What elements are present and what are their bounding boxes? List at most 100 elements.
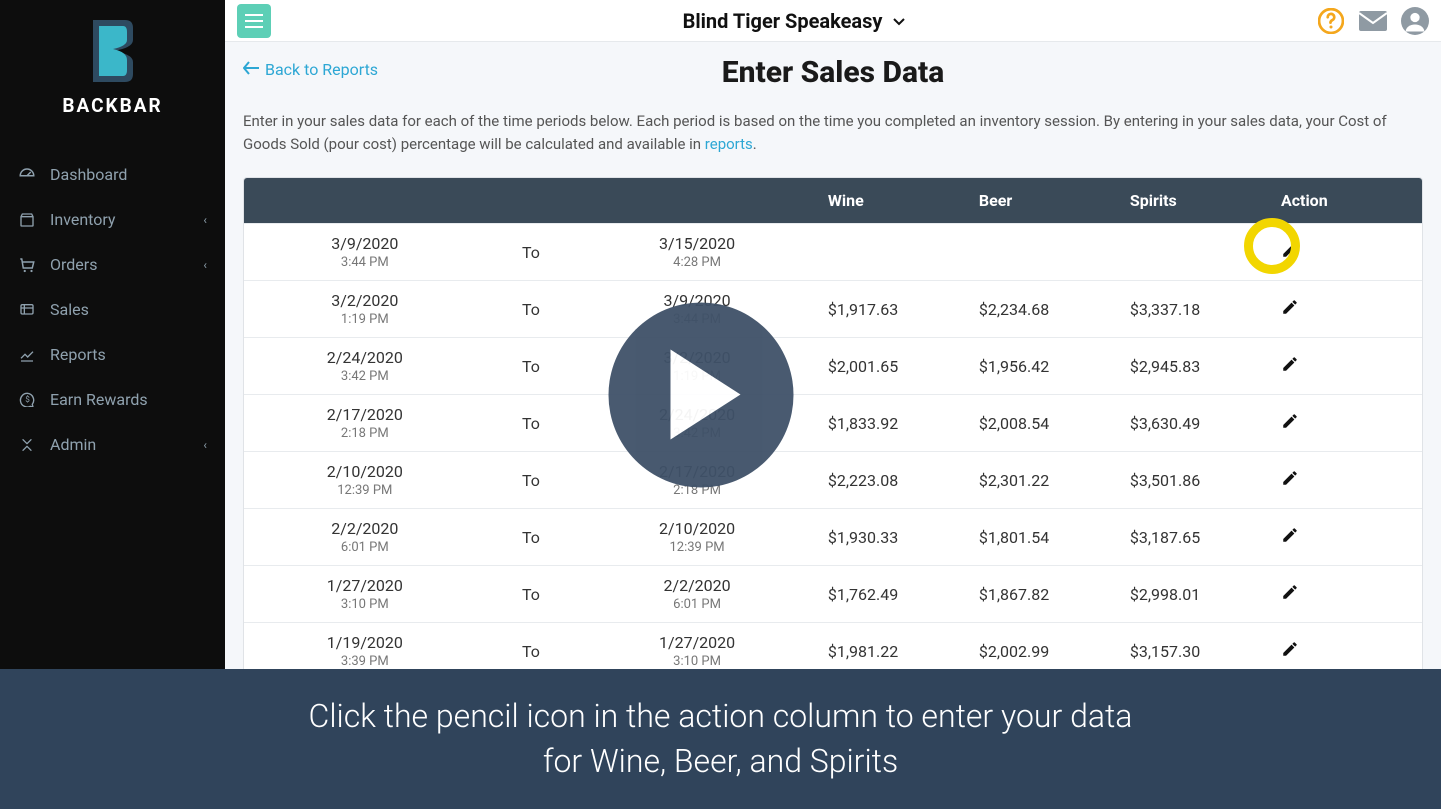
table-row: 2/2/20206:01 PMTo2/10/202012:39 PM$1,930… bbox=[244, 509, 1422, 566]
period-start: 2/2/20206:01 PM bbox=[244, 509, 486, 566]
sales-table: Wine Beer Spirits Action 3/9/20203:44 PM… bbox=[244, 178, 1422, 679]
venue-selector[interactable]: Blind Tiger Speakeasy bbox=[271, 9, 1317, 33]
sidebar-item-admin[interactable]: Admin ‹ bbox=[0, 422, 225, 467]
beer-value: $1,801.54 bbox=[969, 509, 1120, 566]
sidebar-item-earn-rewards[interactable]: $ Earn Rewards bbox=[0, 377, 225, 422]
period-start: 2/17/20202:18 PM bbox=[244, 395, 486, 452]
spirits-value: $3,501.86 bbox=[1120, 452, 1271, 509]
pencil-icon[interactable] bbox=[1281, 640, 1299, 658]
sidebar-item-label: Admin bbox=[50, 435, 96, 454]
nav-icon bbox=[18, 211, 36, 229]
beer-value: $1,956.42 bbox=[969, 338, 1120, 395]
sidebar-item-dashboard[interactable]: Dashboard bbox=[0, 152, 225, 197]
period-start: 1/27/20203:10 PM bbox=[244, 566, 486, 623]
sidebar-item-label: Sales bbox=[50, 300, 89, 319]
intro-prefix: Enter in your sales data for each of the… bbox=[243, 112, 1387, 153]
reports-link[interactable]: reports bbox=[705, 135, 753, 153]
to-label: To bbox=[486, 452, 577, 509]
wine-value: $1,762.49 bbox=[818, 566, 969, 623]
sidebar-nav: DashboardInventory‹Orders‹SalesReports$E… bbox=[0, 142, 225, 467]
sidebar-item-orders[interactable]: Orders ‹ bbox=[0, 242, 225, 287]
col-spirits: Spirits bbox=[1120, 178, 1271, 224]
beer-value: $1,867.82 bbox=[969, 566, 1120, 623]
pencil-icon[interactable] bbox=[1281, 583, 1299, 601]
spirits-value: $3,337.18 bbox=[1120, 281, 1271, 338]
to-label: To bbox=[486, 338, 577, 395]
to-label: To bbox=[486, 395, 577, 452]
wine-value: $1,917.63 bbox=[818, 281, 969, 338]
chevron-left-icon: ‹ bbox=[203, 438, 207, 452]
brand-logo-icon bbox=[85, 20, 141, 82]
caption-line1: Click the pencil icon in the action colu… bbox=[309, 694, 1133, 739]
topbar: Blind Tiger Speakeasy bbox=[225, 0, 1441, 42]
table-row: 1/27/20203:10 PMTo2/2/20206:01 PM$1,762.… bbox=[244, 566, 1422, 623]
wine-value: $1,930.33 bbox=[818, 509, 969, 566]
nav-icon bbox=[18, 256, 36, 274]
table-row: 2/10/202012:39 PMTo2/17/20202:18 PM$2,22… bbox=[244, 452, 1422, 509]
period-end: 2/10/202012:39 PM bbox=[576, 509, 818, 566]
period-start: 2/24/20203:42 PM bbox=[244, 338, 486, 395]
pencil-icon[interactable] bbox=[1281, 355, 1299, 373]
play-button[interactable] bbox=[608, 302, 793, 487]
back-to-reports-link[interactable]: Back to Reports bbox=[243, 60, 378, 79]
beer-value bbox=[969, 224, 1120, 281]
pencil-icon[interactable] bbox=[1281, 469, 1299, 487]
pencil-icon[interactable] bbox=[1281, 526, 1299, 544]
arrow-left-icon bbox=[243, 60, 259, 79]
sidebar-item-label: Reports bbox=[50, 345, 106, 364]
to-label: To bbox=[486, 281, 577, 338]
sidebar-item-label: Earn Rewards bbox=[50, 390, 148, 409]
nav-icon bbox=[18, 166, 36, 184]
caption-line2: for Wine, Beer, and Spirits bbox=[543, 739, 898, 784]
col-beer: Beer bbox=[969, 178, 1120, 224]
table-row: 3/2/20201:19 PMTo3/9/20203:44 PM$1,917.6… bbox=[244, 281, 1422, 338]
sidebar-item-label: Orders bbox=[50, 255, 97, 274]
intro-text: Enter in your sales data for each of the… bbox=[243, 110, 1423, 155]
venue-name: Blind Tiger Speakeasy bbox=[683, 9, 883, 33]
svg-text:$: $ bbox=[25, 394, 30, 404]
nav-icon bbox=[18, 301, 36, 319]
brand-logo-area: BACKBAR bbox=[0, 0, 225, 142]
wine-value: $1,833.92 bbox=[818, 395, 969, 452]
nav-icon: $ bbox=[18, 391, 36, 409]
wine-value: $2,001.65 bbox=[818, 338, 969, 395]
nav-icon bbox=[18, 436, 36, 454]
sales-table-wrap: Wine Beer Spirits Action 3/9/20203:44 PM… bbox=[243, 177, 1423, 680]
brand-name: BACKBAR bbox=[0, 94, 225, 117]
hamburger-button[interactable] bbox=[237, 4, 271, 38]
sidebar-item-inventory[interactable]: Inventory‹ bbox=[0, 197, 225, 242]
beer-value: $2,234.68 bbox=[969, 281, 1120, 338]
sidebar-item-label: Inventory bbox=[50, 210, 116, 229]
col-action: Action bbox=[1271, 178, 1422, 224]
pencil-icon[interactable] bbox=[1281, 298, 1299, 316]
sidebar-item-reports[interactable]: Reports bbox=[0, 332, 225, 377]
user-icon[interactable] bbox=[1401, 7, 1429, 35]
beer-value: $2,008.54 bbox=[969, 395, 1120, 452]
to-label: To bbox=[486, 224, 577, 281]
back-link-label: Back to Reports bbox=[265, 60, 378, 79]
spirits-value: $3,630.49 bbox=[1120, 395, 1271, 452]
caption-bar: Click the pencil icon in the action colu… bbox=[0, 669, 1441, 809]
pencil-icon[interactable] bbox=[1281, 241, 1299, 259]
nav-icon bbox=[18, 346, 36, 364]
page-title: Enter Sales Data bbox=[243, 55, 1423, 90]
beer-value: $2,301.22 bbox=[969, 452, 1120, 509]
spirits-value: $2,945.83 bbox=[1120, 338, 1271, 395]
caret-down-icon bbox=[893, 7, 905, 31]
period-end: 2/2/20206:01 PM bbox=[576, 566, 818, 623]
period-start: 3/9/20203:44 PM bbox=[244, 224, 486, 281]
spirits-value: $3,187.65 bbox=[1120, 509, 1271, 566]
period-start: 2/10/202012:39 PM bbox=[244, 452, 486, 509]
intro-suffix: . bbox=[753, 135, 757, 153]
col-wine: Wine bbox=[818, 178, 969, 224]
period-end: 3/15/20204:28 PM bbox=[576, 224, 818, 281]
chevron-left-icon: ‹ bbox=[203, 258, 207, 272]
mail-icon[interactable] bbox=[1359, 7, 1387, 35]
help-icon[interactable] bbox=[1317, 7, 1345, 35]
topbar-icons bbox=[1317, 7, 1429, 35]
sidebar-item-sales[interactable]: Sales bbox=[0, 287, 225, 332]
spirits-value bbox=[1120, 224, 1271, 281]
spirits-value: $2,998.01 bbox=[1120, 566, 1271, 623]
to-label: To bbox=[486, 566, 577, 623]
pencil-icon[interactable] bbox=[1281, 412, 1299, 430]
